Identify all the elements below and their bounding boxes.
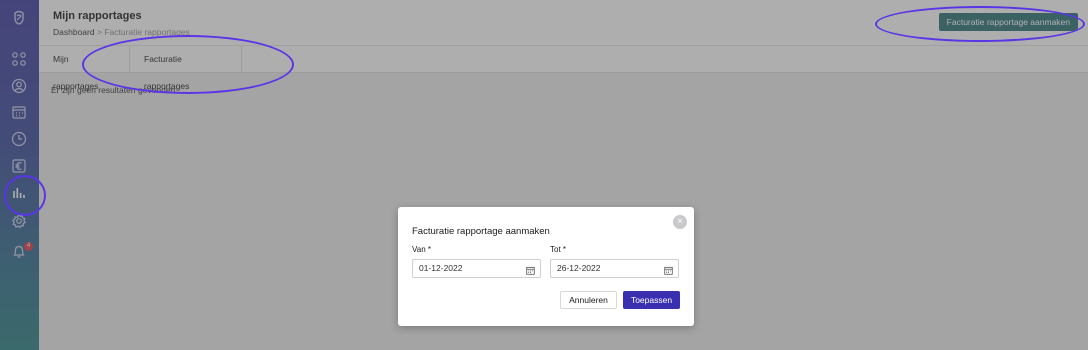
from-date-field[interactable]: 01-12-2022 [412, 259, 541, 278]
annotation-circle-create-button [875, 6, 1085, 42]
to-date-field[interactable]: 26-12-2022 [550, 259, 679, 278]
create-report-modal: Facturatie rapportage aanmaken × Van * 0… [398, 207, 694, 326]
from-date-value: 01-12-2022 [419, 263, 463, 273]
from-date-label: Van * [412, 245, 431, 254]
close-icon[interactable]: × [673, 215, 687, 229]
to-date-label: Tot * [550, 245, 567, 254]
annotation-circle-reports-icon [4, 175, 46, 216]
annotation-circle-billing-tab [82, 35, 294, 94]
cancel-button[interactable]: Annuleren [560, 291, 617, 309]
modal-title: Facturatie rapportage aanmaken [412, 226, 550, 237]
to-date-value: 26-12-2022 [557, 263, 601, 273]
calendar-icon[interactable] [526, 264, 535, 275]
calendar-icon[interactable] [664, 264, 673, 275]
apply-button[interactable]: Toepassen [623, 291, 680, 309]
